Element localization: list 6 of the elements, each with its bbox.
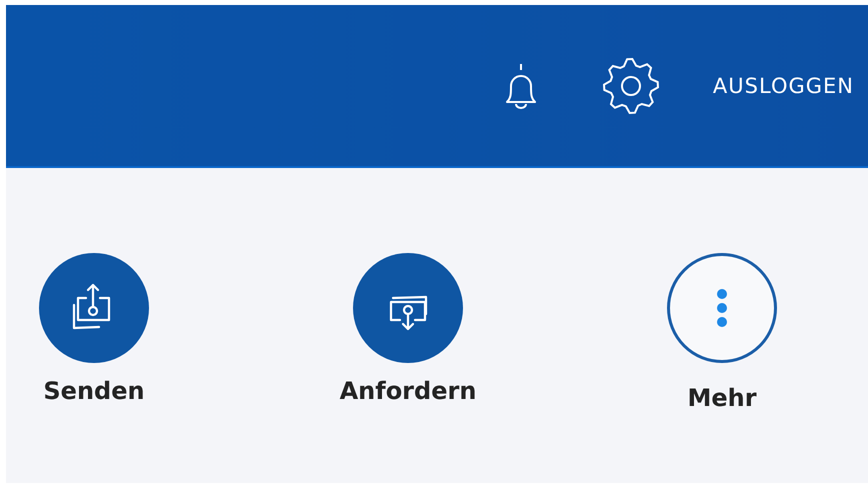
action-label: Senden xyxy=(43,377,145,405)
logout-button[interactable]: AUSLOGGEN xyxy=(712,74,854,98)
more-icon xyxy=(716,288,728,328)
settings-icon[interactable] xyxy=(600,56,661,116)
action-label: Anfordern xyxy=(340,377,476,405)
action-label: Mehr xyxy=(687,384,757,412)
